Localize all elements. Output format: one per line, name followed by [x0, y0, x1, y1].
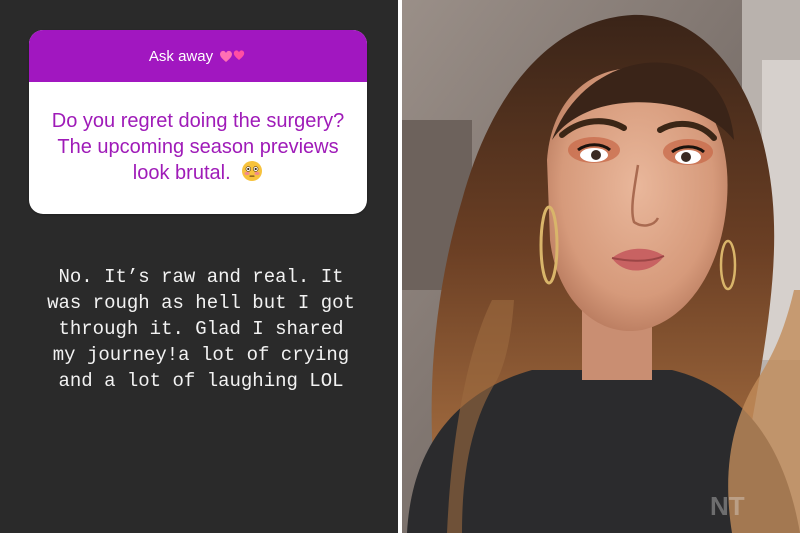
question-sticker-header: Ask away: [29, 30, 367, 82]
question-sticker-body: Do you regret doing the surgery? The upc…: [29, 82, 367, 214]
question-text: Do you regret doing the surgery? The upc…: [51, 109, 345, 184]
svg-text:NT: NT: [710, 491, 745, 521]
flushed-face-icon: [241, 160, 263, 189]
two-hearts-icon: [219, 47, 247, 65]
question-sticker: Ask away Do you regret doing the surgery…: [29, 30, 367, 214]
collage: Ask away Do you regret doing the surgery…: [0, 0, 800, 533]
selfie-photo: NT: [402, 0, 800, 533]
answer-text: No. It’s raw and real. It was rough as h…: [47, 266, 355, 392]
story-panel: Ask away Do you regret doing the surgery…: [0, 0, 398, 533]
question-sticker-title: Ask away: [148, 47, 214, 65]
